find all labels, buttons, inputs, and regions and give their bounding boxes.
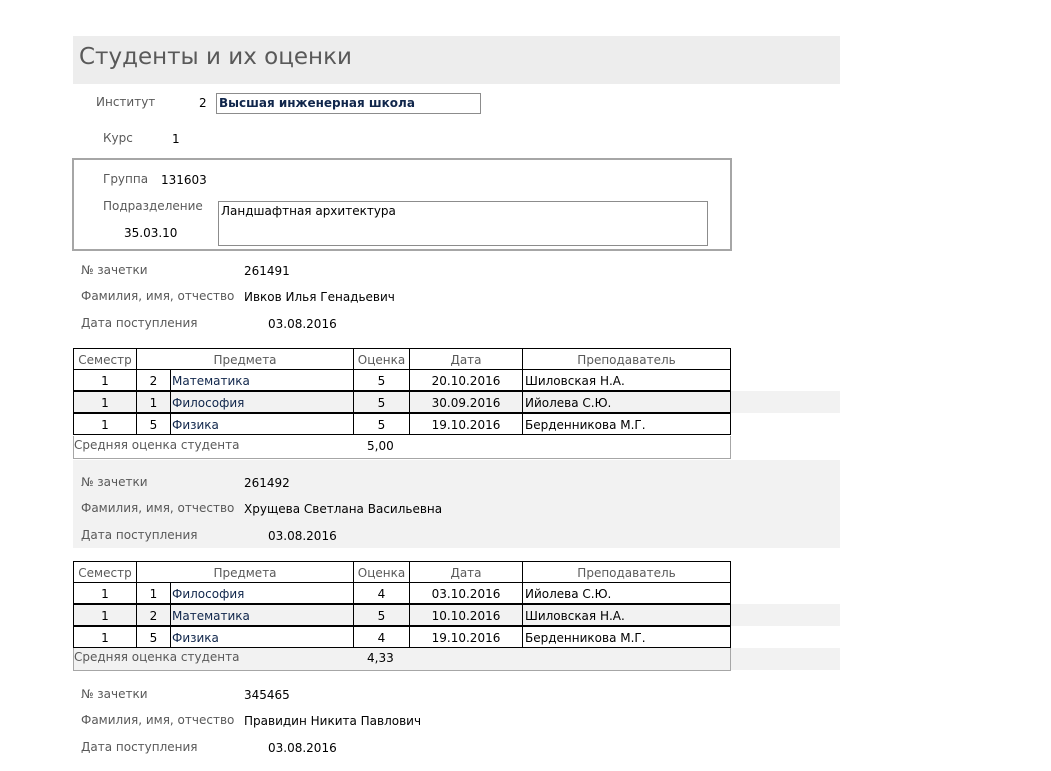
date-cell: 30.09.2016 <box>409 391 523 413</box>
course-value: 1 <box>172 132 180 146</box>
division-label: Подразделение <box>103 199 203 213</box>
grade-cell: 5 <box>353 413 410 435</box>
subject-cell: Физика <box>170 626 354 648</box>
average-row: Средняя оценка студента 5,00 <box>73 436 731 459</box>
date-cell: 03.10.2016 <box>409 582 523 604</box>
group-value: 131603 <box>161 173 207 187</box>
subject-num-cell: 2 <box>136 369 171 391</box>
report-title: Студенты и их оценки <box>79 44 352 70</box>
division-name-field[interactable]: Ландшафтная архитектура <box>218 201 708 246</box>
admission-date-value: 03.08.2016 <box>268 317 337 331</box>
course-label: Курс <box>103 131 133 145</box>
admission-date-label: Дата поступления <box>81 740 198 754</box>
col-date: Дата <box>409 561 523 583</box>
table-row[interactable]: 1 2 Математика 5 10.10.2016 Шиловская Н.… <box>73 604 731 626</box>
full-name-label: Фамилия, имя, отчество <box>81 289 235 303</box>
average-value: 5,00 <box>367 439 394 453</box>
grade-cell: 4 <box>353 582 410 604</box>
table-row[interactable]: 1 1 Философия 4 03.10.2016 Ийолева С.Ю. <box>73 582 731 604</box>
col-subject: Предмета <box>136 348 354 370</box>
subject-num-cell: 1 <box>136 582 171 604</box>
full-name-label: Фамилия, имя, отчество <box>81 713 235 727</box>
record-book-value: 345465 <box>244 688 290 702</box>
division-code: 35.03.10 <box>124 226 178 240</box>
subject-cell: Философия <box>170 391 354 413</box>
semester-cell: 1 <box>73 582 137 604</box>
institute-code: 2 <box>199 96 207 110</box>
grade-cell: 4 <box>353 626 410 648</box>
col-teacher: Преподаватель <box>522 348 731 370</box>
admission-date-value: 03.08.2016 <box>268 741 337 755</box>
table-row[interactable]: 1 1 Философия 5 30.09.2016 Ийолева С.Ю. <box>73 391 731 413</box>
row-band <box>731 648 840 670</box>
subject-cell: Математика <box>170 369 354 391</box>
teacher-cell: Ийолева С.Ю. <box>522 391 731 413</box>
subject-num-cell: 2 <box>136 604 171 626</box>
col-subject: Предмета <box>136 561 354 583</box>
subject-cell: Философия <box>170 582 354 604</box>
teacher-cell: Шиловская Н.А. <box>522 604 731 626</box>
institute-name-field[interactable]: Высшая инженерная школа <box>216 93 481 114</box>
record-book-value: 261491 <box>244 264 290 278</box>
col-semester: Семестр <box>73 561 137 583</box>
teacher-cell: Шиловская Н.А. <box>522 369 731 391</box>
date-cell: 19.10.2016 <box>409 413 523 435</box>
admission-date-value: 03.08.2016 <box>268 529 337 543</box>
subject-num-cell: 5 <box>136 626 171 648</box>
record-book-label: № зачетки <box>81 263 148 277</box>
semester-cell: 1 <box>73 413 137 435</box>
grades-table-header: Семестр Предмета Оценка Дата Преподавате… <box>73 348 731 370</box>
full-name-value: Хрущева Светлана Васильевна <box>244 502 443 516</box>
average-label: Средняя оценка студента <box>74 650 240 664</box>
group-label: Группа <box>103 172 149 186</box>
semester-cell: 1 <box>73 626 137 648</box>
institute-label: Институт <box>96 95 156 109</box>
report-header: Студенты и их оценки <box>73 36 840 84</box>
record-book-label: № зачетки <box>81 687 148 701</box>
subject-num-cell: 5 <box>136 413 171 435</box>
col-grade: Оценка <box>353 561 410 583</box>
date-cell: 10.10.2016 <box>409 604 523 626</box>
division-name: Ландшафтная архитектура <box>221 204 396 218</box>
full-name-value: Ивков Илья Генадьевич <box>244 290 395 304</box>
average-value: 4,33 <box>367 651 394 665</box>
institute-name: Высшая инженерная школа <box>219 96 415 110</box>
grade-cell: 5 <box>353 391 410 413</box>
teacher-cell: Берденникова М.Г. <box>522 413 731 435</box>
grade-cell: 5 <box>353 604 410 626</box>
subject-cell: Физика <box>170 413 354 435</box>
col-grade: Оценка <box>353 348 410 370</box>
grade-cell: 5 <box>353 369 410 391</box>
table-row[interactable]: 1 5 Физика 5 19.10.2016 Берденникова М.Г… <box>73 413 731 435</box>
full-name-value: Правидин Никита Павлович <box>244 714 422 728</box>
full-name-label: Фамилия, имя, отчество <box>81 501 235 515</box>
row-band <box>731 391 840 413</box>
table-row[interactable]: 1 5 Физика 4 19.10.2016 Берденникова М.Г… <box>73 626 731 648</box>
average-row: Средняя оценка студента 4,33 <box>73 648 731 671</box>
semester-cell: 1 <box>73 369 137 391</box>
semester-cell: 1 <box>73 604 137 626</box>
col-semester: Семестр <box>73 348 137 370</box>
date-cell: 20.10.2016 <box>409 369 523 391</box>
admission-date-label: Дата поступления <box>81 316 198 330</box>
admission-date-label: Дата поступления <box>81 528 198 542</box>
subject-num-cell: 1 <box>136 391 171 413</box>
semester-cell: 1 <box>73 391 137 413</box>
record-book-label: № зачетки <box>81 475 148 489</box>
teacher-cell: Берденникова М.Г. <box>522 626 731 648</box>
average-label: Средняя оценка студента <box>74 438 240 452</box>
record-book-value: 261492 <box>244 476 290 490</box>
col-teacher: Преподаватель <box>522 561 731 583</box>
row-band <box>731 604 840 626</box>
table-row[interactable]: 1 2 Математика 5 20.10.2016 Шиловская Н.… <box>73 369 731 391</box>
col-date: Дата <box>409 348 523 370</box>
grades-table-header: Семестр Предмета Оценка Дата Преподавате… <box>73 561 731 583</box>
teacher-cell: Ийолева С.Ю. <box>522 582 731 604</box>
subject-cell: Математика <box>170 604 354 626</box>
date-cell: 19.10.2016 <box>409 626 523 648</box>
